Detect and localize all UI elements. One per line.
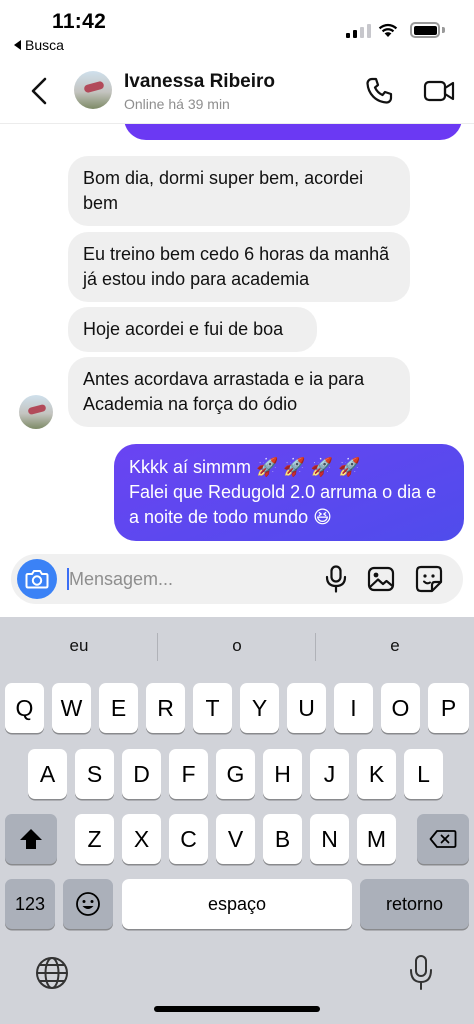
image-icon[interactable] [367, 566, 395, 592]
shift-key[interactable] [5, 814, 57, 864]
message-bubble-incoming[interactable]: Antes acordava arrastada e ia para Acade… [68, 357, 410, 427]
return-key[interactable]: retorno [360, 879, 469, 929]
suggestion-item[interactable]: eu [0, 617, 158, 675]
key-v[interactable]: V [216, 814, 255, 864]
emoji-key[interactable] [63, 879, 113, 929]
sticker-icon[interactable] [415, 565, 443, 593]
key-z[interactable]: Z [75, 814, 114, 864]
key-c[interactable]: C [169, 814, 208, 864]
key-n[interactable]: N [310, 814, 349, 864]
message-bubble-incoming[interactable]: Hoje acordei e fui de boa [68, 307, 317, 352]
chevron-left-icon[interactable] [26, 76, 54, 106]
status-bar: 11:42 Busca [0, 0, 474, 58]
suggestion-bar: eu o e [0, 617, 474, 675]
key-j[interactable]: J [310, 749, 349, 799]
dictation-mic-icon[interactable] [408, 954, 434, 992]
presence-status: Online há 39 min [124, 96, 230, 112]
battery-icon [410, 22, 440, 38]
key-y[interactable]: Y [240, 683, 279, 733]
globe-icon[interactable] [34, 955, 70, 991]
wifi-icon [378, 23, 398, 37]
outgoing-line-2: Falei que Redugold 2.0 arruma o dia e a … [129, 482, 437, 527]
key-r[interactable]: R [146, 683, 185, 733]
status-time: 11:42 [52, 10, 107, 33]
home-indicator[interactable] [154, 1006, 320, 1012]
phone-icon[interactable] [364, 76, 394, 106]
camera-button[interactable] [17, 559, 57, 599]
key-t[interactable]: T [193, 683, 232, 733]
microphone-icon[interactable] [323, 565, 349, 593]
back-triangle-icon [14, 40, 21, 50]
message-input[interactable] [69, 564, 309, 594]
back-to-app-button[interactable]: Busca [14, 37, 64, 53]
previous-outgoing-bubble [124, 124, 462, 140]
suggestion-item[interactable]: e [316, 617, 474, 675]
key-o[interactable]: O [381, 683, 420, 733]
emoji-icon [76, 892, 100, 916]
backspace-icon [429, 830, 457, 848]
back-app-label: Busca [25, 37, 64, 53]
key-s[interactable]: S [75, 749, 114, 799]
outgoing-line-1: Kkkk aí simmm 🚀 🚀 🚀 🚀 [129, 457, 361, 477]
key-a[interactable]: A [28, 749, 67, 799]
chat-header: Ivanessa Ribeiro Online há 39 min [0, 58, 474, 124]
cellular-signal-icon [346, 24, 371, 38]
key-m[interactable]: M [357, 814, 396, 864]
key-k[interactable]: K [357, 749, 396, 799]
message-bubble-incoming[interactable]: Bom dia, dormi super bem, acordei bem [68, 156, 410, 226]
numbers-key[interactable]: 123 [5, 879, 55, 929]
contact-name[interactable]: Ivanessa Ribeiro [124, 71, 275, 93]
key-d[interactable]: D [122, 749, 161, 799]
key-i[interactable]: I [334, 683, 373, 733]
suggestion-item[interactable]: o [158, 617, 316, 675]
message-list[interactable]: Bom dia, dormi super bem, acordei bem Eu… [0, 124, 474, 554]
key-l[interactable]: L [404, 749, 443, 799]
key-w[interactable]: W [52, 683, 91, 733]
key-u[interactable]: U [287, 683, 326, 733]
key-g[interactable]: G [216, 749, 255, 799]
message-bubble-incoming[interactable]: Eu treino bem cedo 6 horas da manhã já e… [68, 232, 410, 302]
battery-tip [442, 27, 445, 33]
key-h[interactable]: H [263, 749, 302, 799]
camera-icon [25, 570, 49, 589]
sender-avatar[interactable] [19, 395, 53, 429]
backspace-key[interactable] [417, 814, 469, 864]
message-composer [11, 554, 463, 604]
shift-arrow-icon [20, 829, 42, 849]
video-camera-icon[interactable] [422, 76, 456, 106]
message-bubble-outgoing[interactable]: Kkkk aí simmm 🚀 🚀 🚀 🚀 Falei que Redugold… [114, 444, 464, 541]
key-e[interactable]: E [99, 683, 138, 733]
key-q[interactable]: Q [5, 683, 44, 733]
keyboard: eu o e Q W E R T Y U I O P A S D F G H J… [0, 617, 474, 1024]
key-p[interactable]: P [428, 683, 469, 733]
contact-avatar[interactable] [74, 71, 112, 109]
key-b[interactable]: B [263, 814, 302, 864]
key-f[interactable]: F [169, 749, 208, 799]
space-key[interactable]: espaço [122, 879, 352, 929]
key-x[interactable]: X [122, 814, 161, 864]
